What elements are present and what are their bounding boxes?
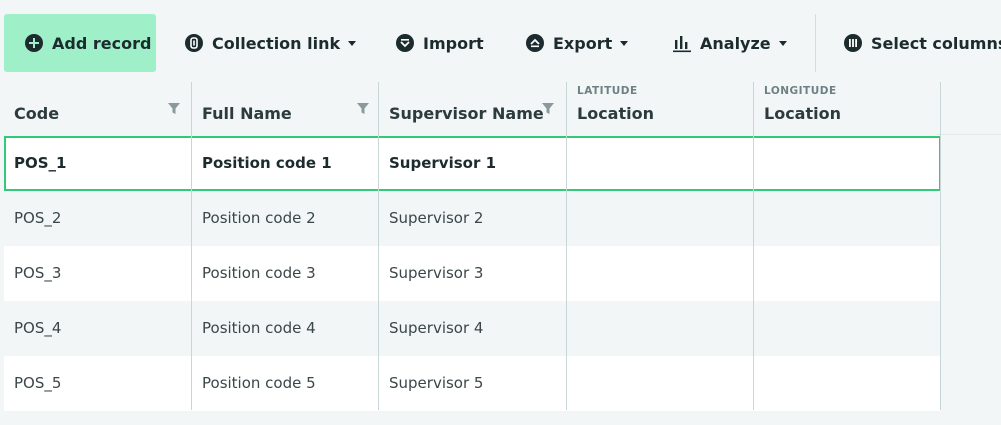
analyze-label: Analyze: [700, 33, 771, 53]
cell-latitude[interactable]: [567, 356, 754, 411]
table-row[interactable]: POS_5 Position code 5 Supervisor 5: [4, 356, 941, 411]
cell-full-name[interactable]: Position code 5: [192, 356, 316, 411]
cell-supervisor[interactable]: Supervisor 2: [379, 191, 483, 246]
cell-supervisor[interactable]: Supervisor 4: [379, 301, 483, 356]
link-icon: [183, 32, 205, 54]
cell-code[interactable]: POS_2: [4, 191, 61, 246]
column-header-label: Supervisor Name: [389, 104, 544, 123]
column-header-label: Location: [764, 104, 841, 123]
import-button[interactable]: Import: [394, 14, 484, 72]
select-columns-button[interactable]: Select columns: [842, 14, 1001, 72]
export-button[interactable]: Export: [524, 14, 629, 72]
header-filler: [937, 82, 1001, 135]
toolbar-divider: [815, 14, 816, 72]
cell-latitude[interactable]: [567, 246, 754, 301]
column-header-sublabel: LONGITUDE: [764, 85, 837, 97]
column-header-label: Code: [14, 104, 60, 123]
cell-full-name[interactable]: Position code 1: [192, 136, 332, 191]
import-icon: [394, 32, 416, 54]
cell-full-name[interactable]: Position code 4: [192, 301, 316, 356]
cell-code[interactable]: POS_4: [4, 301, 61, 356]
column-header-sublabel: LATITUDE: [577, 85, 638, 97]
column-header-label: Full Name: [202, 104, 292, 123]
column-divider[interactable]: [378, 82, 379, 410]
column-header-location-longitude[interactable]: LONGITUDE Location: [754, 82, 941, 135]
cell-supervisor[interactable]: Supervisor 1: [379, 136, 496, 191]
column-header-location-latitude[interactable]: LATITUDE Location: [567, 82, 754, 135]
column-divider[interactable]: [940, 82, 941, 410]
cell-longitude[interactable]: [754, 301, 941, 356]
column-header-code[interactable]: Code: [4, 82, 191, 135]
cell-code[interactable]: POS_5: [4, 356, 61, 411]
column-divider[interactable]: [191, 82, 192, 410]
add-record-label: Add record: [52, 33, 152, 53]
chevron-down-icon: [778, 40, 787, 46]
filter-icon[interactable]: [541, 102, 555, 116]
add-record-button[interactable]: Add record: [4, 14, 156, 72]
column-header-full-name[interactable]: Full Name: [192, 82, 379, 135]
cell-code[interactable]: POS_1: [4, 136, 67, 191]
collection-link-label: Collection link: [212, 33, 341, 53]
table-row[interactable]: POS_3 Position code 3 Supervisor 3: [4, 246, 941, 301]
column-divider[interactable]: [566, 82, 567, 410]
cell-longitude[interactable]: [754, 191, 941, 246]
analyze-button[interactable]: Analyze: [671, 14, 787, 72]
cell-longitude[interactable]: [754, 136, 941, 191]
filter-icon[interactable]: [356, 102, 370, 116]
table-row[interactable]: POS_1 Position code 1 Supervisor 1: [4, 136, 941, 191]
cell-latitude[interactable]: [567, 191, 754, 246]
bar-chart-icon: [671, 32, 693, 54]
chevron-down-icon: [620, 40, 629, 46]
filter-icon[interactable]: [167, 102, 181, 116]
cell-code[interactable]: POS_3: [4, 246, 61, 301]
cell-latitude[interactable]: [567, 301, 754, 356]
cell-latitude[interactable]: [567, 136, 754, 191]
table-row[interactable]: POS_2 Position code 2 Supervisor 2: [4, 191, 941, 246]
cell-supervisor[interactable]: Supervisor 5: [379, 356, 483, 411]
table-header: Code Full Name Supervisor Name LATITUDE …: [4, 82, 941, 135]
cell-longitude[interactable]: [754, 356, 941, 411]
table-row[interactable]: POS_4 Position code 4 Supervisor 4: [4, 301, 941, 356]
collection-link-button[interactable]: Collection link: [183, 14, 357, 72]
column-header-label: Location: [577, 104, 654, 123]
cell-longitude[interactable]: [754, 246, 941, 301]
toolbar: Add record Collection link Import Export…: [0, 0, 1001, 86]
column-divider[interactable]: [753, 82, 754, 410]
export-label: Export: [553, 33, 613, 53]
cell-supervisor[interactable]: Supervisor 3: [379, 246, 483, 301]
select-columns-label: Select columns: [871, 33, 1001, 53]
plus-circle-icon: [23, 32, 45, 54]
export-icon: [524, 32, 546, 54]
cell-full-name[interactable]: Position code 3: [192, 246, 316, 301]
cell-full-name[interactable]: Position code 2: [192, 191, 316, 246]
chevron-down-icon: [348, 40, 357, 46]
import-label: Import: [423, 33, 484, 53]
column-header-supervisor-name[interactable]: Supervisor Name: [379, 82, 567, 135]
columns-icon: [842, 32, 864, 54]
